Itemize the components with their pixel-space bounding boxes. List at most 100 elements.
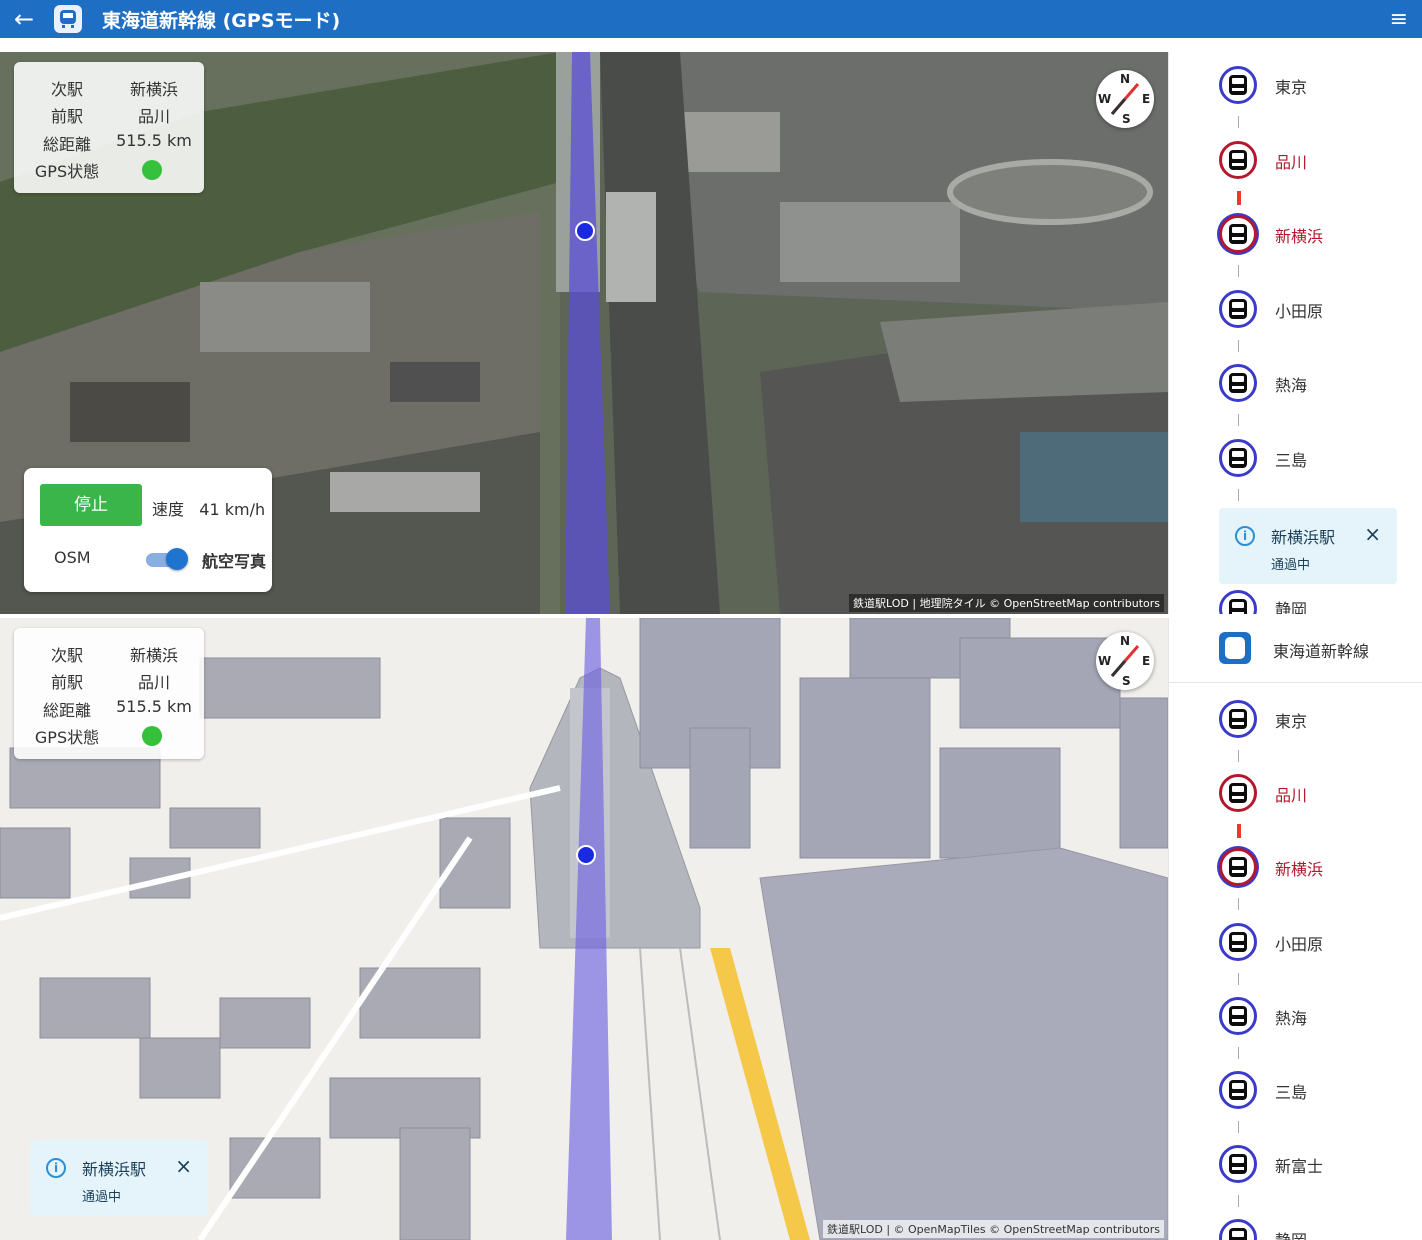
station-icon[interactable] xyxy=(1219,922,1257,961)
station-icon[interactable] xyxy=(1219,590,1257,614)
station-name-6[interactable]: 新富士 xyxy=(1275,1153,1323,1177)
bus-icon xyxy=(1229,447,1247,468)
prev-station-label: 前駅 xyxy=(50,673,83,692)
train-line-icon xyxy=(1219,632,1251,664)
speed-readout: 速度 41 km/h xyxy=(152,496,265,520)
compass-icon[interactable]: N E S W xyxy=(1096,70,1154,128)
map-attribution[interactable]: 鉄道駅LOD | © OpenMapTiles © OpenStreetMap … xyxy=(822,1220,1164,1238)
station-name-1[interactable]: 品川 xyxy=(1275,149,1307,173)
bus-icon xyxy=(1229,709,1247,729)
bus-icon xyxy=(1229,1154,1247,1175)
gps-status-indicator xyxy=(142,726,162,746)
station-name-2[interactable]: 新横浜 xyxy=(1275,223,1323,247)
train-logo-icon xyxy=(54,5,82,33)
compass-e: E xyxy=(1142,654,1151,668)
next-station-label: 次駅 xyxy=(50,646,83,665)
station-icon[interactable] xyxy=(1219,1145,1257,1184)
station-connector xyxy=(1237,824,1241,839)
station-name-3[interactable]: 小田原 xyxy=(1275,931,1323,955)
gps-status-label: GPS状態 xyxy=(34,728,100,747)
total-distance-value: 515.5 km xyxy=(116,131,192,150)
bus-icon xyxy=(1229,1080,1247,1100)
station-connector xyxy=(1238,898,1239,911)
station-name-0[interactable]: 東京 xyxy=(1275,708,1307,732)
station-connector xyxy=(1238,1195,1239,1208)
osm-3d-map-panel[interactable]: 次駅 新横浜 前駅 品川 総距離 515.5 km GPS状態 N E S W … xyxy=(0,618,1168,1240)
station-icon[interactable] xyxy=(1219,289,1257,328)
station-name-partial[interactable]: 静岡 xyxy=(1275,596,1307,614)
compass-icon[interactable]: N E S W xyxy=(1096,632,1154,690)
bus-icon xyxy=(1229,298,1247,319)
bus-icon xyxy=(1229,599,1247,614)
station-name-1[interactable]: 品川 xyxy=(1275,782,1307,806)
map-layer-toggle-row: OSM 航空写真 xyxy=(54,546,274,574)
total-distance-value: 515.5 km xyxy=(116,697,192,716)
bus-icon xyxy=(1229,373,1247,393)
station-icon[interactable] xyxy=(1219,774,1257,813)
app-bar: ← 東海道新幹線 (GPSモード) ≡ xyxy=(0,0,1422,38)
toast-station-name: 新横浜駅 xyxy=(1271,528,1336,547)
station-connector xyxy=(1237,190,1241,205)
station-icon[interactable] xyxy=(1219,848,1257,887)
page-title: 東海道新幹線 (GPSモード) xyxy=(102,9,341,32)
total-distance-label: 総距離 xyxy=(42,135,91,154)
station-icon[interactable] xyxy=(1219,140,1257,179)
passing-station-toast: i 新横浜駅 通過中 × xyxy=(1219,508,1397,584)
compass-w: W xyxy=(1098,92,1112,106)
close-icon[interactable]: × xyxy=(1364,522,1381,546)
speed-label: 速度 xyxy=(152,500,185,519)
station-list-bottom: 東海道新幹線 東京品川新横浜小田原熱海三島新富士静岡 xyxy=(1168,618,1422,1240)
prev-station-value: 品川 xyxy=(137,107,170,126)
map-attribution[interactable]: 鉄道駅LOD | 地理院タイル © OpenStreetMap contribu… xyxy=(849,594,1164,612)
line-header[interactable]: 東海道新幹線 xyxy=(1169,618,1422,683)
station-icon[interactable] xyxy=(1219,1219,1257,1240)
prev-station-label: 前駅 xyxy=(50,107,83,126)
station-connector xyxy=(1238,339,1239,352)
station-icon[interactable] xyxy=(1219,364,1257,402)
hamburger-menu-icon[interactable]: ≡ xyxy=(1390,7,1408,32)
bus-icon xyxy=(1229,857,1247,878)
aerial-map-panel[interactable]: 次駅 新横浜 前駅 品川 総距離 515.5 km GPS状態 N E S W … xyxy=(0,52,1168,614)
next-station-value: 新横浜 xyxy=(129,80,178,99)
station-connector xyxy=(1238,265,1239,277)
bus-icon xyxy=(1229,1005,1247,1026)
station-connector xyxy=(1238,414,1239,426)
station-connector xyxy=(1238,750,1239,762)
compass-n: N xyxy=(1120,634,1131,648)
station-name-4[interactable]: 熱海 xyxy=(1275,1005,1307,1029)
toast-status: 通過中 xyxy=(1271,558,1311,573)
osm-label: OSM xyxy=(54,548,91,567)
station-list-top: 東京 品川 新横浜 小田原 熱海 三島 静岡 i 新横浜駅 通過中 × xyxy=(1168,52,1422,614)
station-name-5[interactable]: 三島 xyxy=(1275,1079,1307,1103)
gps-status-label: GPS状態 xyxy=(34,162,100,181)
station-icon[interactable] xyxy=(1219,438,1257,477)
back-arrow-icon[interactable]: ← xyxy=(14,5,54,33)
station-icon[interactable] xyxy=(1219,1071,1257,1109)
station-name-4[interactable]: 熱海 xyxy=(1275,372,1307,396)
station-connector xyxy=(1238,116,1239,128)
compass-s: S xyxy=(1122,674,1131,688)
station-name-partial[interactable]: 静岡 xyxy=(1275,1227,1307,1240)
speed-value: 41 km/h xyxy=(199,500,266,519)
bus-icon xyxy=(1229,75,1247,95)
stop-button[interactable]: 停止 xyxy=(40,484,142,526)
station-name-2[interactable]: 新横浜 xyxy=(1275,856,1323,880)
compass-w: W xyxy=(1098,654,1112,668)
passing-station-toast: i 新横浜駅 通過中 × xyxy=(30,1140,208,1216)
station-name-5[interactable]: 三島 xyxy=(1275,447,1307,471)
next-station-value: 新横浜 xyxy=(129,646,178,665)
station-icon[interactable] xyxy=(1219,996,1257,1035)
compass-e: E xyxy=(1142,92,1151,106)
station-name-3[interactable]: 小田原 xyxy=(1275,298,1323,322)
train-info-card: 次駅 新横浜 前駅 品川 総距離 515.5 km GPS状態 xyxy=(14,62,204,193)
station-icon[interactable] xyxy=(1219,700,1257,738)
gps-status-indicator xyxy=(142,160,162,180)
bus-icon xyxy=(1229,783,1247,804)
close-icon[interactable]: × xyxy=(175,1154,192,1178)
station-icon[interactable] xyxy=(1219,66,1257,104)
station-icon[interactable] xyxy=(1219,215,1257,253)
aerial-label: 航空写真 xyxy=(202,552,267,571)
train-info-card-bottom: 次駅 新横浜 前駅 品川 総距離 515.5 km GPS状態 xyxy=(14,628,204,759)
station-name-0[interactable]: 東京 xyxy=(1275,74,1307,98)
layer-toggle-knob[interactable] xyxy=(166,548,188,570)
